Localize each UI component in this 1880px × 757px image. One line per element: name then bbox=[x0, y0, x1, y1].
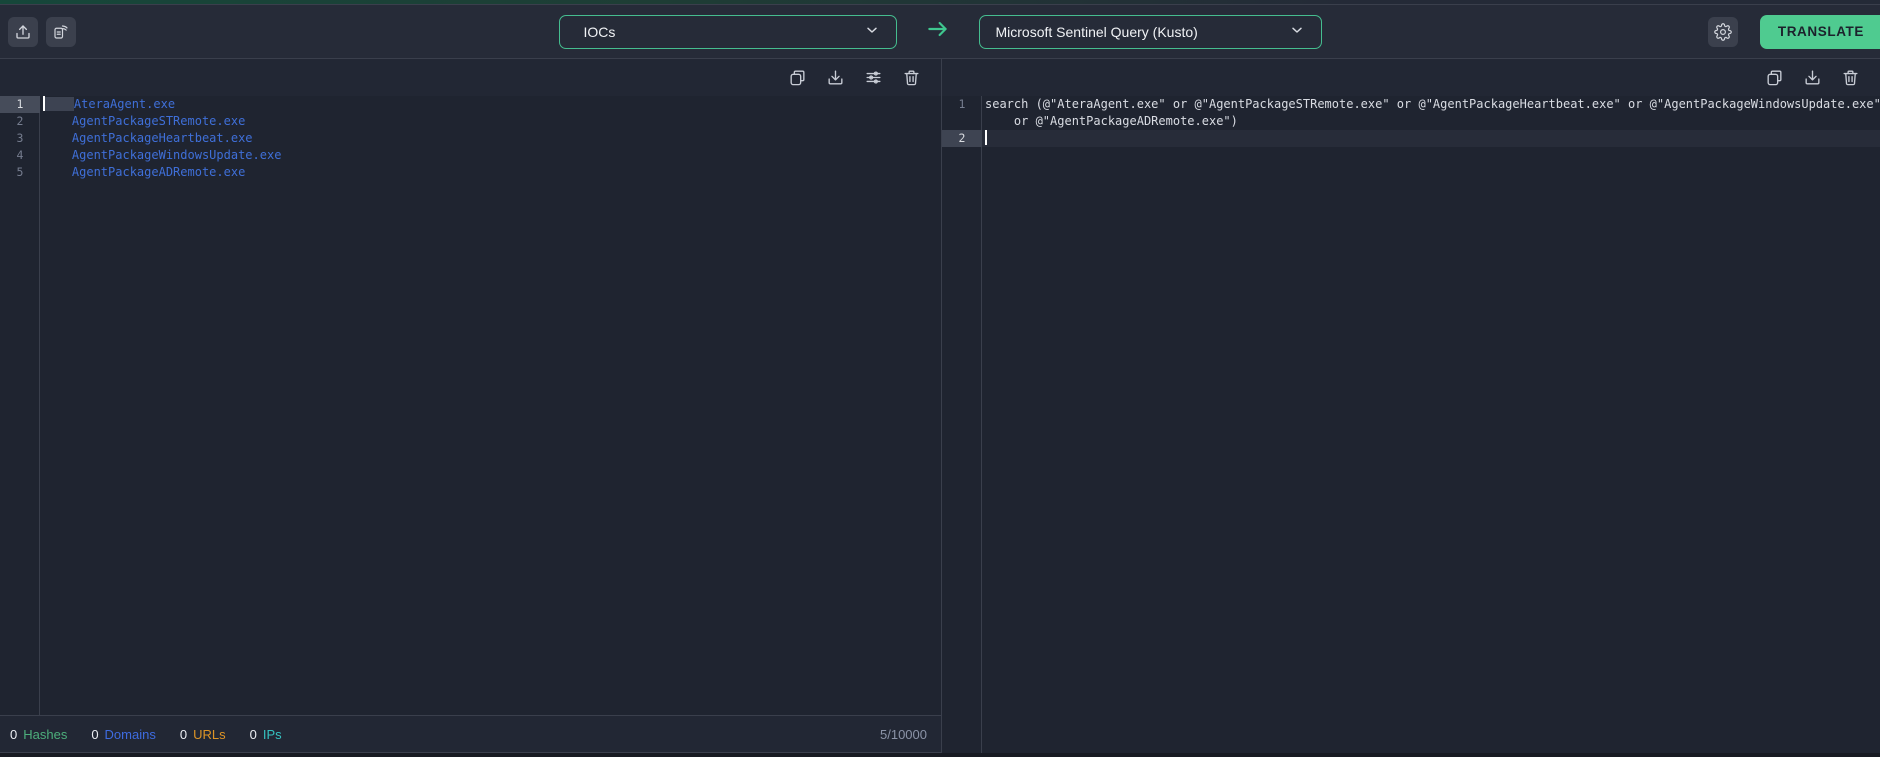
count-label: Hashes bbox=[23, 726, 68, 742]
upload-icon bbox=[14, 23, 32, 41]
text-cursor bbox=[985, 130, 987, 145]
query-line[interactable]: 2 bbox=[942, 130, 1880, 147]
target-editor[interactable]: 1 search (@"AteraAgent.exe" or @"AgentPac… bbox=[942, 96, 1880, 753]
source-line[interactable]: 2 AgentPackageSTRemote.exe bbox=[0, 113, 941, 130]
target-toolbar bbox=[942, 59, 1880, 96]
chevron-down-icon bbox=[864, 22, 880, 41]
download-icon bbox=[826, 68, 845, 87]
header-right-actions: TRANSLATE bbox=[1707, 5, 1880, 58]
ioc-counts: 0 Hashes 0 Domains 0 URLs 0 IPs bbox=[10, 727, 282, 742]
main-split: 1 AteraAgent.exe 2 AgentPackageSTRemote.e… bbox=[0, 59, 1880, 753]
count-value: 0 bbox=[179, 726, 188, 742]
target-format-select[interactable]: Microsoft Sentinel Query (Kusto) bbox=[978, 14, 1322, 49]
header-left-actions bbox=[8, 5, 76, 58]
copy-icon bbox=[788, 68, 807, 87]
download-button[interactable] bbox=[1803, 68, 1822, 87]
count-label: IPs bbox=[262, 726, 282, 742]
source-editor-lines: 1 AteraAgent.exe 2 AgentPackageSTRemote.e… bbox=[0, 96, 941, 181]
query-line[interactable]: 1 search (@"AteraAgent.exe" or @"AgentPac… bbox=[942, 96, 1880, 130]
translation-controls: IOCs Microsoft Sentinel Query (Kusto) bbox=[558, 14, 1322, 49]
bottom-edge-strip bbox=[0, 753, 1880, 757]
download-button[interactable] bbox=[826, 68, 845, 87]
source-panel: 1 AteraAgent.exe 2 AgentPackageSTRemote.e… bbox=[0, 59, 942, 753]
count-label: Domains bbox=[104, 726, 156, 742]
arrow-right-icon bbox=[925, 16, 951, 47]
source-editor[interactable]: 1 AteraAgent.exe 2 AgentPackageSTRemote.e… bbox=[0, 96, 941, 715]
trash-icon bbox=[902, 68, 921, 87]
copy-button[interactable] bbox=[788, 68, 807, 87]
target-editor-gutter bbox=[942, 96, 982, 753]
settings-button[interactable] bbox=[1707, 16, 1738, 47]
source-toolbar bbox=[0, 59, 941, 96]
line-number: 1 bbox=[958, 97, 966, 111]
source-line[interactable]: 3 AgentPackageHeartbeat.exe bbox=[0, 130, 941, 147]
line-number: 5 bbox=[16, 165, 24, 179]
header: IOCs Microsoft Sentinel Query (Kusto) TR… bbox=[0, 5, 1880, 59]
query-text bbox=[982, 130, 1880, 147]
ioc-count-urls: 0 URLs bbox=[180, 727, 226, 742]
selected-whitespace bbox=[45, 97, 74, 111]
ioc-count-hashes: 0 Hashes bbox=[10, 727, 67, 742]
sliders-icon bbox=[864, 68, 883, 87]
target-panel: 1 search (@"AteraAgent.exe" or @"AgentPac… bbox=[942, 59, 1880, 753]
copy-button[interactable] bbox=[1765, 68, 1784, 87]
source-status-bar: 0 Hashes 0 Domains 0 URLs 0 IPs 5/10000 bbox=[0, 715, 941, 753]
translate-button[interactable]: TRANSLATE bbox=[1759, 14, 1880, 49]
bulk-samples-icon bbox=[52, 23, 70, 41]
clear-button[interactable] bbox=[1841, 68, 1860, 87]
ioc-value: AgentPackageSTRemote.exe bbox=[71, 114, 246, 128]
ioc-count-ips: 0 IPs bbox=[250, 727, 282, 742]
target-editor-lines: 1 search (@"AteraAgent.exe" or @"AgentPac… bbox=[942, 96, 1880, 147]
source-editor-gutter bbox=[0, 96, 40, 715]
source-line[interactable]: 1 AteraAgent.exe bbox=[0, 96, 941, 113]
ioc-value: AgentPackageHeartbeat.exe bbox=[71, 131, 253, 145]
ioc-value: AteraAgent.exe bbox=[40, 96, 941, 113]
count-value: 0 bbox=[91, 726, 99, 742]
count-value: 0 bbox=[10, 726, 18, 742]
line-number: 3 bbox=[16, 131, 24, 145]
copy-icon bbox=[1765, 68, 1784, 87]
line-number: 4 bbox=[16, 148, 24, 162]
bulk-samples-button[interactable] bbox=[46, 16, 76, 47]
target-format-value: Microsoft Sentinel Query (Kusto) bbox=[995, 23, 1198, 40]
source-line[interactable]: 5 AgentPackageADRemote.exe bbox=[0, 164, 941, 181]
ioc-value: AgentPackageWindowsUpdate.exe bbox=[71, 148, 282, 162]
ioc-value: AgentPackageADRemote.exe bbox=[71, 165, 246, 179]
line-number: 2 bbox=[16, 114, 24, 128]
download-icon bbox=[1803, 68, 1822, 87]
gear-icon bbox=[1714, 22, 1732, 41]
upload-button[interactable] bbox=[8, 16, 38, 47]
source-format-select[interactable]: IOCs bbox=[558, 14, 897, 49]
source-line[interactable]: 4 AgentPackageWindowsUpdate.exe bbox=[0, 147, 941, 164]
chevron-down-icon bbox=[1289, 22, 1305, 41]
count-value: 0 bbox=[249, 726, 257, 742]
line-number: 2 bbox=[942, 130, 982, 147]
ioc-count-domains: 0 Domains bbox=[91, 727, 156, 742]
query-text: search (@"AteraAgent.exe" or @"AgentPack… bbox=[985, 97, 1880, 128]
count-label: URLs bbox=[193, 726, 226, 742]
clear-button[interactable] bbox=[902, 68, 921, 87]
ioc-settings-button[interactable] bbox=[864, 68, 883, 87]
line-number: 1 bbox=[0, 96, 40, 113]
source-format-value: IOCs bbox=[583, 23, 616, 40]
ioc-limit: 5/10000 bbox=[880, 726, 927, 742]
trash-icon bbox=[1841, 68, 1860, 87]
